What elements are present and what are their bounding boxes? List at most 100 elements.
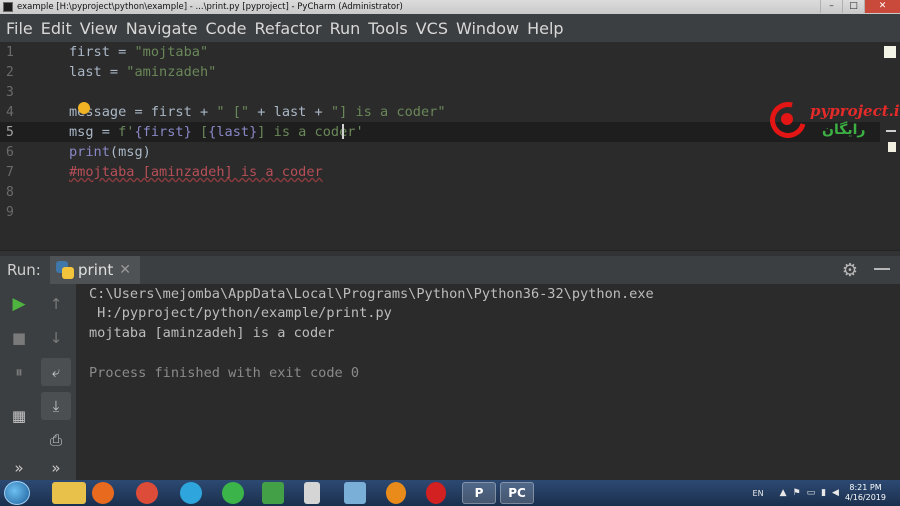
run-console-panel: ▶ ↑ ■ ↓ ⏸ ⤶ ▦ ⤓ ⎙ » » C:\Users\mejomba\A… xyxy=(0,284,900,480)
document-icon[interactable] xyxy=(304,482,320,504)
code-line-6: print(msg) xyxy=(69,144,151,160)
console-command: C:\Users\mejomba\AppData\Local\Programs\… xyxy=(89,286,654,302)
more-icon[interactable]: » xyxy=(41,454,71,482)
volume-icon[interactable]: ◀ xyxy=(832,488,839,498)
logo-dot-icon xyxy=(781,113,793,125)
system-tray: EN ▲ ⚑ ▭ ▮ ◀ 8:21 PM 4/16/2019 xyxy=(753,480,900,506)
line-number: 1 xyxy=(6,45,14,60)
pycharm-app-icon xyxy=(3,2,13,12)
string-literal: "] is a coder" xyxy=(330,104,446,120)
close-window-button[interactable]: ✕ xyxy=(864,0,900,13)
language-indicator[interactable]: EN xyxy=(753,489,764,498)
python-icon xyxy=(56,261,74,279)
code-line-2: last = "aminzadeh" xyxy=(69,64,216,80)
run-panel-header: Run: print ✕ ⚙ xyxy=(0,256,900,284)
soft-wrap-icon[interactable]: ⤶ xyxy=(41,358,71,386)
menu-tools[interactable]: Tools xyxy=(366,19,413,38)
arrow-down-icon[interactable]: ↓ xyxy=(41,324,71,352)
string-literal: "mojtaba" xyxy=(134,44,209,60)
minimize-window-button[interactable]: – xyxy=(820,0,842,13)
line-number: 8 xyxy=(6,185,14,200)
string-literal: "aminzadeh" xyxy=(126,64,217,80)
fstring-prefix: f' xyxy=(118,124,135,140)
window-title-bar: example [H:\pyproject\python\example] - … xyxy=(0,0,900,14)
telegram-icon[interactable] xyxy=(180,482,202,504)
close-icon[interactable]: ✕ xyxy=(119,262,131,278)
print-icon[interactable]: ⎙ xyxy=(41,426,71,454)
watermark-logo: pyproject.ir رایگان xyxy=(763,95,900,146)
monitor-icon[interactable]: ▭ xyxy=(807,488,816,498)
builtin-function: print xyxy=(69,144,110,160)
start-button[interactable] xyxy=(4,481,30,505)
line-number: 9 xyxy=(6,205,14,220)
menu-refactor[interactable]: Refactor xyxy=(252,19,327,38)
menu-window[interactable]: Window xyxy=(454,19,525,38)
chrome-icon[interactable] xyxy=(136,482,158,504)
line-number: 7 xyxy=(6,165,14,180)
folder-icon[interactable] xyxy=(52,482,86,504)
arrow-up-icon[interactable]: ↑ xyxy=(41,290,71,318)
run-tab-label: print xyxy=(78,261,114,279)
menu-file[interactable]: File xyxy=(4,19,39,38)
window-controls: – □ ✕ xyxy=(820,0,900,14)
line-number-gutter: 1 2 3 4 5 6 7 8 9 xyxy=(0,42,40,250)
watermark-brand: pyproject.ir xyxy=(810,102,900,120)
watermark-subtitle: رایگان xyxy=(822,122,866,138)
string-literal: ] is a coder' xyxy=(257,124,364,140)
lightbulb-icon[interactable] xyxy=(78,102,90,114)
paint-icon[interactable] xyxy=(344,482,366,504)
code-token: last = xyxy=(69,64,127,80)
code-token: message = first + xyxy=(69,104,217,120)
gear-icon[interactable]: ⚙ xyxy=(842,260,858,281)
menu-vcs[interactable]: VCS xyxy=(414,19,454,38)
menu-bar: File Edit View Navigate Code Refactor Ru… xyxy=(0,14,900,42)
magnifier-icon[interactable] xyxy=(386,482,406,504)
run-label: Run: xyxy=(7,261,41,279)
windows-taskbar: P PC EN ▲ ⚑ ▭ ▮ ◀ 8:21 PM 4/16/2019 xyxy=(0,480,900,506)
string-literal: [ xyxy=(191,124,209,140)
whatsapp-icon[interactable] xyxy=(222,482,244,504)
clock-date: 4/16/2019 xyxy=(844,493,886,502)
scroll-to-end-icon[interactable]: ⤓ xyxy=(41,392,71,420)
console-command: H:/pyproject/python/example/print.py xyxy=(89,305,392,321)
run-tab-print[interactable]: print ✕ xyxy=(50,256,140,284)
inspection-status-icon[interactable] xyxy=(884,46,896,58)
comment: #mojtaba [aminzadeh] is a coder xyxy=(69,164,323,180)
opera-icon[interactable] xyxy=(426,482,446,504)
code-token: + last + xyxy=(249,104,331,120)
menu-help[interactable]: Help xyxy=(525,19,569,38)
powerpoint-icon[interactable]: P xyxy=(462,482,496,504)
menu-view[interactable]: View xyxy=(78,19,124,38)
more-icon[interactable]: » xyxy=(4,454,34,482)
string-literal: " [" xyxy=(216,104,250,120)
menu-code[interactable]: Code xyxy=(204,19,253,38)
line-number: 6 xyxy=(6,145,14,160)
tray-arrow-icon[interactable]: ▲ xyxy=(780,488,787,498)
pause-icon[interactable]: ⏸ xyxy=(4,358,34,386)
line-number: 5 xyxy=(6,125,14,140)
clock-time: 8:21 PM xyxy=(849,483,882,492)
code-line-1: first = "mojtaba" xyxy=(69,44,208,60)
network-icon[interactable]: ▮ xyxy=(821,488,826,498)
code-line-4: message = first + " [" + last + "] is a … xyxy=(69,104,446,120)
maximize-window-button[interactable]: □ xyxy=(842,0,864,13)
hide-panel-icon[interactable] xyxy=(874,268,890,270)
download-manager-icon[interactable] xyxy=(262,482,284,504)
rerun-icon[interactable]: ▶ xyxy=(4,290,34,318)
menu-edit[interactable]: Edit xyxy=(39,19,78,38)
menu-navigate[interactable]: Navigate xyxy=(124,19,204,38)
firefox-icon[interactable] xyxy=(92,482,114,504)
text-caret xyxy=(342,124,344,139)
line-number: 4 xyxy=(6,105,14,120)
flag-icon[interactable]: ⚑ xyxy=(793,488,801,498)
code-line-7: #mojtaba [aminzadeh] is a coder xyxy=(69,164,323,180)
code-editor[interactable]: 1 2 3 4 5 6 7 8 9 first = "mojtaba" last… xyxy=(0,42,900,250)
run-toolstrip: ▶ ↑ ■ ↓ ⏸ ⤶ ▦ ⤓ ⎙ » » xyxy=(0,284,76,480)
stop-icon[interactable]: ■ xyxy=(4,324,34,352)
clock[interactable]: 8:21 PM 4/16/2019 xyxy=(845,483,886,503)
line-number: 2 xyxy=(6,65,14,80)
fstring-expression: {first} xyxy=(134,124,192,140)
layout-icon[interactable]: ▦ xyxy=(4,402,34,430)
menu-run[interactable]: Run xyxy=(328,19,367,38)
pycharm-icon[interactable]: PC xyxy=(500,482,534,504)
